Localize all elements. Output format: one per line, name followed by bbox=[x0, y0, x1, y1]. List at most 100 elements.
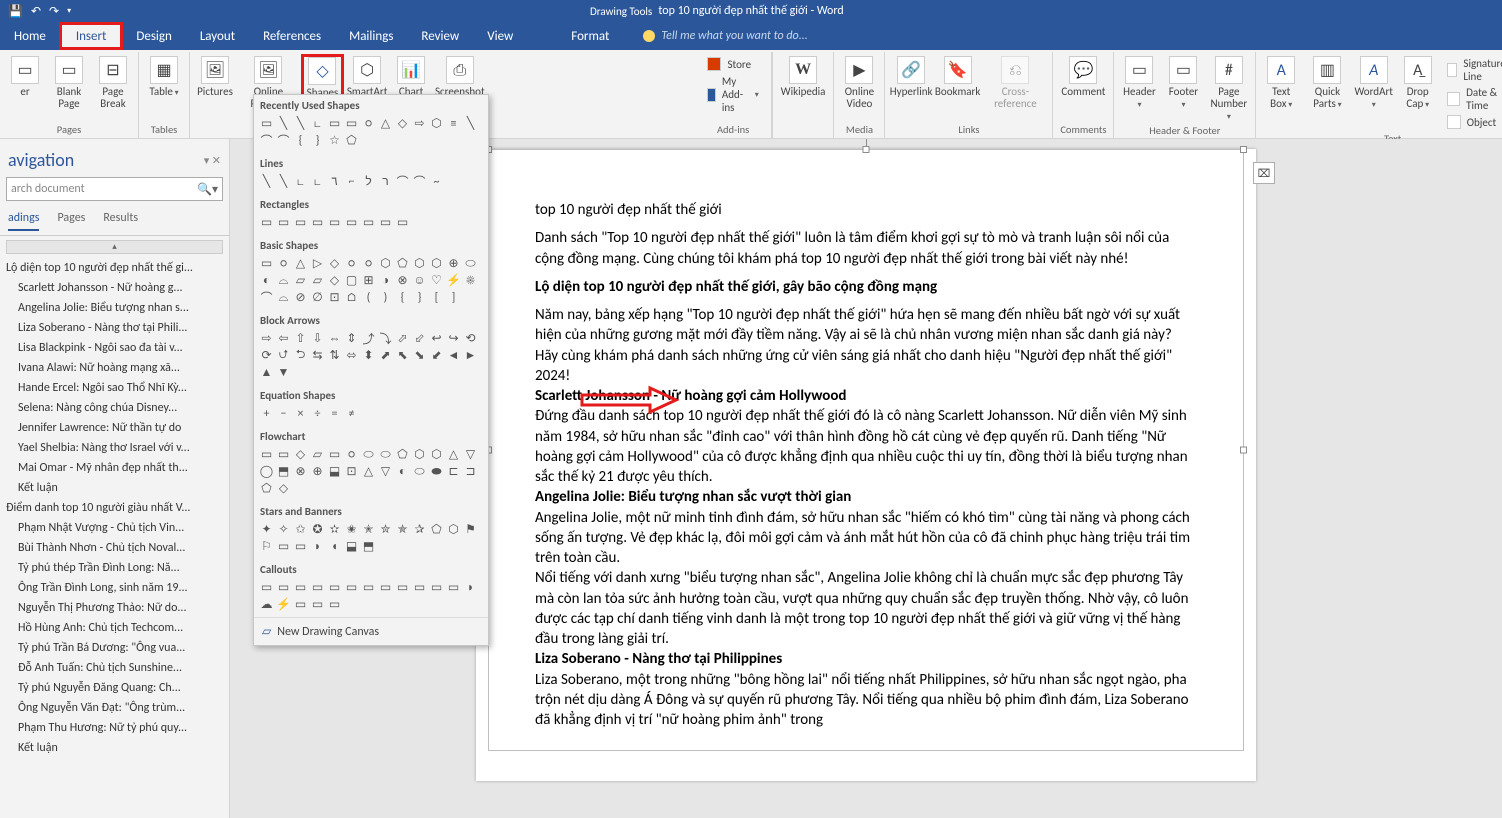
nav-tab-pages[interactable]: Pages bbox=[57, 211, 85, 231]
shape-item[interactable]: ▭ bbox=[258, 115, 275, 132]
shape-item[interactable]: ▭ bbox=[343, 579, 360, 596]
resize-handle[interactable] bbox=[1240, 447, 1247, 454]
shape-item[interactable]: ⌒ bbox=[258, 289, 275, 306]
shape-item[interactable]: ▭ bbox=[394, 579, 411, 596]
shape-item[interactable]: ▱ bbox=[309, 446, 326, 463]
shape-item[interactable]: ◖ bbox=[326, 538, 343, 555]
tab-mailings[interactable]: Mailings bbox=[335, 22, 407, 50]
shape-item[interactable]: ⬬ bbox=[428, 463, 445, 480]
shape-item[interactable]: ⌒ bbox=[258, 132, 275, 149]
shape-item[interactable]: ▭ bbox=[445, 579, 462, 596]
header-button[interactable]: ▭Header bbox=[1118, 54, 1160, 112]
shape-item[interactable]: ⬠ bbox=[394, 255, 411, 272]
shape-item[interactable]: ( bbox=[360, 289, 377, 306]
tab-design[interactable]: Design bbox=[122, 22, 185, 50]
shape-item[interactable]: ר bbox=[377, 173, 394, 190]
shape-item[interactable]: ▭ bbox=[275, 538, 292, 555]
shape-item[interactable]: ▭ bbox=[411, 579, 428, 596]
shape-item[interactable]: ל bbox=[360, 173, 377, 190]
nav-item[interactable]: Lộ diện top 10 người đẹp nhất thế gi... bbox=[2, 258, 227, 278]
hyperlink-button[interactable]: 🔗Hyperlink bbox=[889, 54, 932, 100]
shape-item[interactable]: ⊕ bbox=[445, 255, 462, 272]
shape-item[interactable]: ⌒ bbox=[275, 132, 292, 149]
nav-item[interactable]: Lisa Blackpink - Ngôi sao đa tài v... bbox=[2, 338, 227, 358]
shape-item[interactable]: ⊡ bbox=[343, 463, 360, 480]
shape-item[interactable]: { bbox=[394, 289, 411, 306]
shape-item[interactable]: ≡ bbox=[445, 115, 462, 132]
shape-item[interactable]: ⬋ bbox=[428, 347, 445, 364]
shape-item[interactable]: ▱ bbox=[309, 272, 326, 289]
cross-reference-button[interactable]: ⎌Cross-reference bbox=[982, 54, 1048, 112]
shape-item[interactable]: ► bbox=[462, 347, 479, 364]
close-icon[interactable]: ▾ ✕ bbox=[204, 154, 221, 167]
shape-item[interactable]: ◇ bbox=[326, 255, 343, 272]
shape-item[interactable]: ╲ bbox=[292, 115, 309, 132]
resize-handle[interactable] bbox=[863, 146, 870, 153]
shape-item[interactable]: ⮍ bbox=[275, 347, 292, 364]
shape-item[interactable]: − bbox=[275, 405, 292, 422]
nav-item[interactable]: Kết luận bbox=[2, 478, 227, 498]
shape-item[interactable]: ◗ bbox=[309, 538, 326, 555]
shape-item[interactable]: ☁ bbox=[258, 596, 275, 613]
shape-item[interactable]: ▭ bbox=[343, 115, 360, 132]
shape-item[interactable]: ◗ bbox=[462, 579, 479, 596]
shape-item[interactable]: ╲ bbox=[275, 115, 292, 132]
shape-item[interactable]: ⊘ bbox=[292, 289, 309, 306]
shape-item[interactable]: ▱ bbox=[292, 272, 309, 289]
shape-item[interactable]: ⇨ bbox=[258, 330, 275, 347]
shape-item[interactable]: ⇩ bbox=[309, 330, 326, 347]
shape-item[interactable]: ⇔ bbox=[326, 330, 343, 347]
wordart-button[interactable]: AWordArt bbox=[1353, 54, 1395, 112]
tab-insert[interactable]: Insert bbox=[59, 22, 124, 50]
shape-item[interactable]: ▭ bbox=[326, 115, 343, 132]
nav-item[interactable]: Nguyễn Thị Phương Thảo: Nữ do... bbox=[2, 598, 227, 618]
shape-item[interactable]: ◇ bbox=[394, 115, 411, 132]
shape-item[interactable]: ○ bbox=[275, 255, 292, 272]
bookmark-button[interactable]: 🔖Bookmark bbox=[935, 54, 981, 100]
tell-me-search[interactable]: Tell me what you want to do... bbox=[643, 29, 807, 43]
tab-references[interactable]: References bbox=[249, 22, 335, 50]
shape-item[interactable]: ○ bbox=[360, 115, 377, 132]
signature-line-button[interactable]: Signature Line bbox=[1443, 56, 1502, 84]
shape-item[interactable]: ⬡ bbox=[428, 255, 445, 272]
nav-item[interactable]: Liza Soberano - Nàng thơ tại Phili... bbox=[2, 318, 227, 338]
shape-item[interactable]: ⊗ bbox=[292, 463, 309, 480]
shape-item[interactable]: ⤵ bbox=[377, 330, 394, 347]
shape-item[interactable]: ⬭ bbox=[411, 463, 428, 480]
shape-item[interactable]: ▢ bbox=[343, 272, 360, 289]
shape-item[interactable]: ▭ bbox=[377, 214, 394, 231]
shape-item[interactable]: ▼ bbox=[275, 364, 292, 381]
shape-item[interactable]: ⊐ bbox=[462, 463, 479, 480]
shape-item[interactable]: ⬉ bbox=[394, 347, 411, 364]
nav-tab-headings[interactable]: adings bbox=[8, 211, 39, 231]
undo-icon[interactable]: ↶ bbox=[31, 4, 41, 19]
shape-item[interactable]: ▭ bbox=[360, 214, 377, 231]
shape-item[interactable]: ▭ bbox=[275, 579, 292, 596]
nav-item[interactable]: Tỷ phú Nguyễn Đăng Quang: Ch... bbox=[2, 678, 227, 698]
shape-item[interactable]: ◄ bbox=[445, 347, 462, 364]
shape-item[interactable]: ▭ bbox=[394, 214, 411, 231]
shape-item[interactable]: ) bbox=[377, 289, 394, 306]
shape-item[interactable]: ∅ bbox=[309, 289, 326, 306]
shape-item[interactable]: ⟳ bbox=[258, 347, 275, 364]
shape-item[interactable]: ✮ bbox=[377, 521, 394, 538]
shape-item[interactable]: ↩ bbox=[428, 330, 445, 347]
shape-item[interactable]: ▭ bbox=[292, 214, 309, 231]
shape-item[interactable]: ◇ bbox=[275, 480, 292, 497]
nav-item[interactable]: Phạm Thu Hương: Nữ tỷ phú quy... bbox=[2, 718, 227, 738]
shape-item[interactable]: ⬒ bbox=[360, 538, 377, 555]
layout-options-icon[interactable]: ⌧ bbox=[1253, 162, 1275, 184]
shape-item[interactable]: ⚡ bbox=[275, 596, 292, 613]
nav-item[interactable]: Kết luận bbox=[2, 738, 227, 758]
shape-item[interactable]: ∟ bbox=[292, 173, 309, 190]
shape-item[interactable]: ▽ bbox=[462, 446, 479, 463]
shape-item[interactable]: ⬠ bbox=[428, 521, 445, 538]
shape-item[interactable]: ✧ bbox=[275, 521, 292, 538]
shape-item[interactable]: ⬡ bbox=[445, 521, 462, 538]
shape-item[interactable]: ▭ bbox=[309, 579, 326, 596]
shape-item[interactable]: ⚑ bbox=[462, 521, 479, 538]
nav-item[interactable]: Ông Nguyễn Văn Đạt: "Ông trùm... bbox=[2, 698, 227, 718]
shape-item[interactable]: ☆ bbox=[326, 132, 343, 149]
shape-item[interactable]: ▭ bbox=[275, 446, 292, 463]
shape-item[interactable]: ☺ bbox=[411, 272, 428, 289]
